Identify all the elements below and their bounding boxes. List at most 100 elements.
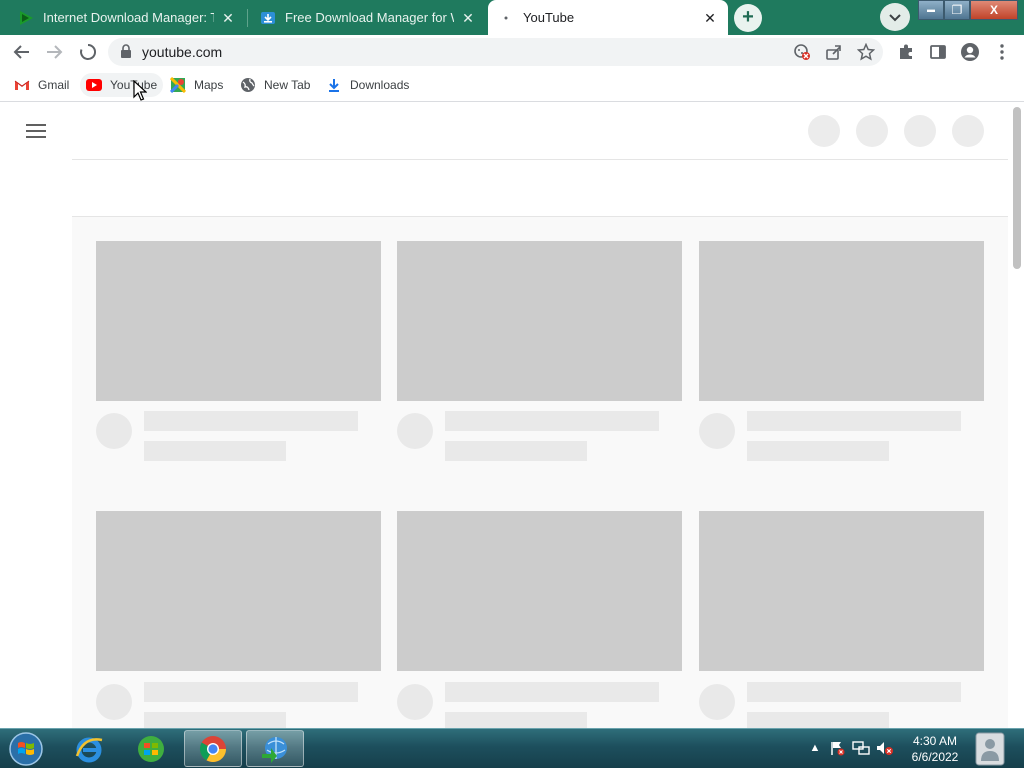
tab-search-button[interactable] (880, 3, 910, 31)
share-icon[interactable] (824, 42, 844, 62)
maximize-button[interactable]: ❐ (944, 0, 970, 20)
minimize-button[interactable]: ▬ (918, 0, 944, 20)
video-thumbnail-placeholder (699, 241, 984, 401)
bookmark-gmail[interactable]: Gmail (8, 73, 75, 97)
clock-date: 6/6/2022 (911, 750, 959, 764)
title-placeholder (445, 682, 659, 702)
loading-spinner-icon (80, 43, 97, 60)
profile-button[interactable] (958, 40, 982, 64)
youtube-icon (86, 77, 102, 93)
address-bar[interactable]: youtube.com (108, 38, 883, 66)
video-thumbnail-placeholder (397, 511, 682, 671)
youtube-page (0, 103, 1024, 728)
gmail-icon (14, 77, 30, 93)
title-placeholder (445, 411, 659, 431)
globe-icon (240, 77, 256, 93)
window-controls: ▬ ❐ X (918, 0, 1018, 20)
channel-avatar-placeholder (699, 684, 735, 720)
scrollbar-thumb[interactable] (1013, 107, 1021, 269)
bookmark-label: Maps (194, 78, 224, 92)
user-account-icon[interactable] (972, 731, 1008, 767)
back-arrow-icon (13, 45, 29, 59)
new-tab-button[interactable]: + (734, 4, 762, 32)
download-icon (326, 77, 342, 93)
chips-bar-placeholder (72, 159, 1008, 217)
video-thumbnail-placeholder (699, 511, 984, 671)
close-window-button[interactable]: X (970, 0, 1018, 20)
bookmark-maps[interactable]: Maps (164, 73, 229, 97)
video-thumbnail-placeholder (397, 241, 682, 401)
header-button-placeholder (952, 115, 984, 147)
tab-close-icon[interactable]: ✕ (220, 10, 236, 26)
url-text: youtube.com (142, 44, 223, 60)
start-button[interactable] (6, 731, 46, 767)
back-button[interactable] (10, 40, 34, 64)
bookmark-downloads[interactable]: Downloads (320, 73, 415, 97)
chrome-icon (199, 735, 227, 762)
tab-youtube[interactable]: YouTube ✕ (488, 0, 728, 35)
tab-fdm[interactable]: Free Download Manager for Win ✕ (250, 0, 486, 35)
meta-placeholder (445, 441, 587, 461)
windows-media-center-icon (138, 735, 164, 762)
windows-taskbar: ▲ 4:30 AM 6/6/2022 (0, 728, 1024, 768)
forward-arrow-icon (47, 45, 63, 59)
side-panel-button[interactable] (926, 40, 950, 64)
puzzle-icon (900, 44, 912, 59)
taskbar-chrome[interactable] (184, 730, 242, 767)
show-hidden-icons-button[interactable]: ▲ (806, 739, 824, 757)
tab-title: Free Download Manager for Win (285, 10, 454, 25)
network-icon[interactable] (852, 739, 870, 757)
tab-separator (247, 9, 248, 27)
tab-title: Internet Download Manager: The (43, 10, 214, 25)
meta-placeholder (747, 712, 889, 728)
meta-placeholder (747, 441, 889, 461)
system-clock[interactable]: 4:30 AM 6/6/2022 (900, 733, 970, 765)
idm-play-icon (18, 10, 34, 26)
page-scrollbar[interactable] (1010, 103, 1024, 728)
meta-placeholder (144, 441, 286, 461)
mouse-cursor-icon (133, 80, 147, 101)
video-thumbnail-placeholder (96, 511, 381, 671)
video-thumbnail-placeholder (96, 241, 381, 401)
channel-avatar-placeholder (397, 684, 433, 720)
internet-download-manager-icon (262, 736, 287, 763)
tab-title: YouTube (523, 10, 575, 25)
loading-dot-icon (498, 10, 514, 26)
chevron-down-icon (889, 14, 901, 22)
channel-avatar-placeholder (699, 413, 735, 449)
channel-avatar-placeholder (96, 684, 132, 720)
youtube-header (0, 103, 1010, 159)
tab-close-icon[interactable]: ✕ (460, 10, 476, 26)
hamburger-menu-icon[interactable] (26, 124, 46, 138)
cookie-blocked-icon[interactable] (792, 42, 812, 62)
bookmark-new-tab[interactable]: New Tab (234, 73, 316, 97)
stop-loading-button[interactable] (76, 40, 100, 64)
volume-muted-icon[interactable] (876, 739, 894, 757)
title-placeholder (747, 411, 961, 431)
taskbar-media-center[interactable] (122, 730, 180, 767)
channel-avatar-placeholder (96, 413, 132, 449)
fdm-icon (260, 10, 276, 26)
tab-idm[interactable]: Internet Download Manager: The ✕ (8, 0, 246, 35)
chrome-menu-button[interactable] (990, 40, 1014, 64)
bookmark-star-icon[interactable] (856, 42, 876, 62)
taskbar-idm[interactable] (246, 730, 304, 767)
internet-explorer-icon (75, 737, 103, 762)
title-placeholder (144, 682, 358, 702)
title-placeholder (747, 682, 961, 702)
bookmark-youtube[interactable]: YouTube (80, 73, 164, 97)
action-center-flag-icon[interactable] (828, 739, 846, 757)
screen: Internet Download Manager: The ✕ Free Do… (0, 0, 1024, 768)
extensions-button[interactable] (894, 40, 918, 64)
taskbar-internet-explorer[interactable] (60, 730, 118, 767)
tab-close-icon[interactable]: ✕ (702, 10, 718, 26)
profile-avatar-icon (961, 43, 979, 61)
header-button-placeholder (856, 115, 888, 147)
kebab-menu-icon (1000, 44, 1004, 60)
lock-icon (120, 44, 132, 64)
side-panel-icon (930, 45, 946, 59)
clock-time: 4:30 AM (912, 734, 958, 748)
title-placeholder (144, 411, 358, 431)
forward-button[interactable] (42, 40, 66, 64)
header-button-placeholder (808, 115, 840, 147)
